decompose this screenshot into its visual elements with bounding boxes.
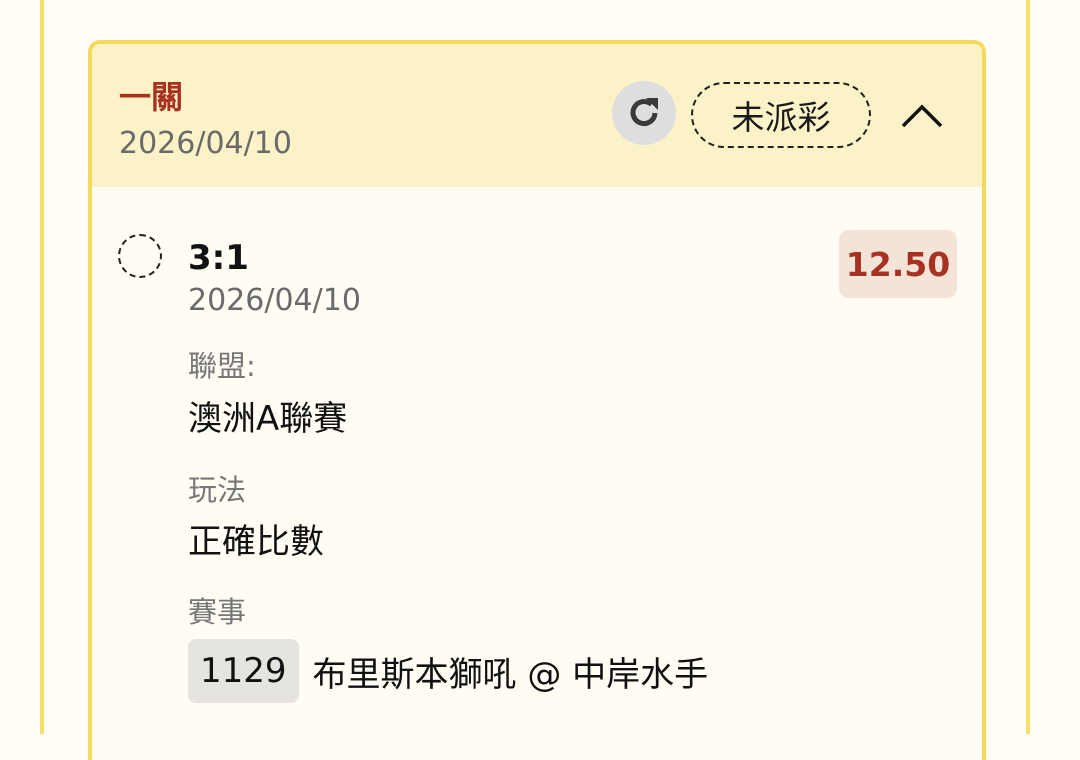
selection-radio[interactable] — [118, 234, 162, 278]
refresh-icon — [630, 98, 658, 127]
chevron-up-icon — [901, 104, 943, 128]
refresh-button[interactable] — [612, 81, 676, 145]
event-row: 1129 布里斯本獅吼 @ 中岸水手 — [188, 639, 708, 703]
event-label: 賽事 — [188, 595, 247, 629]
league-label: 聯盟: — [188, 349, 256, 383]
event-number-badge: 1129 — [188, 639, 299, 703]
bet-date: 2026/04/10 — [119, 126, 292, 161]
league-value: 澳洲A聯賽 — [188, 399, 348, 439]
payout-status-badge: 未派彩 — [691, 82, 871, 148]
odds-badge: 12.50 — [839, 230, 957, 298]
collapse-button[interactable] — [892, 90, 952, 140]
bet-card-header[interactable]: 一關 2026/04/10 未派彩 — [92, 44, 982, 187]
selection-name: 3:1 — [188, 238, 249, 278]
market-label: 玩法 — [188, 473, 247, 507]
selection-date: 2026/04/10 — [188, 283, 361, 318]
bet-slip-card: 一關 2026/04/10 未派彩 3:1 2026/04/10 12.50 聯… — [88, 40, 986, 760]
event-teams: 布里斯本獅吼 @ 中岸水手 — [312, 654, 709, 695]
bet-type-title: 一關 — [119, 78, 184, 116]
market-value: 正確比數 — [188, 522, 324, 562]
